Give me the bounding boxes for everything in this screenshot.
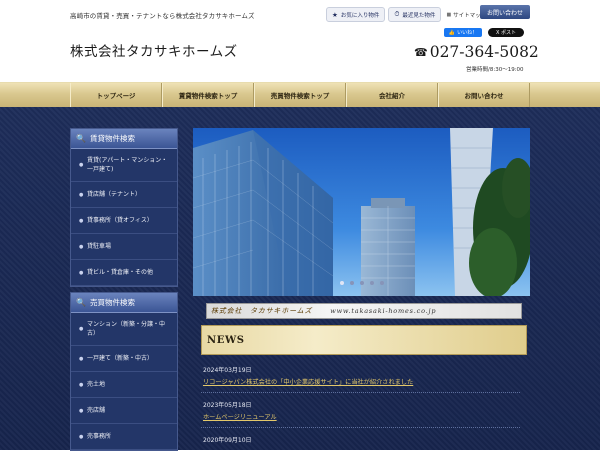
header-contact-button[interactable]: お問い合わせ: [480, 5, 530, 19]
news-date: 2024年03月19日: [203, 367, 252, 374]
sidebar-item-rental-office[interactable]: ● 貸事務所（貸オフィス）: [71, 208, 177, 234]
arrow-bullet-icon: ●: [79, 191, 84, 198]
sidebar-item-label: 賃貸(アパート・マンション・一戸建て): [87, 157, 168, 173]
sale-search-title: 売買物件検索: [89, 298, 135, 307]
facebook-like-button[interactable]: 👍 いいね！: [444, 28, 482, 37]
slide-dot[interactable]: [379, 281, 384, 285]
slide-indicators: [193, 281, 530, 285]
banner-url: www.takasaki-homes.co.jp: [330, 307, 437, 315]
phone-number[interactable]: ☎ 027-364-5082: [414, 43, 539, 61]
news-item: 2023年05月18日 ホームページリニューアル: [201, 397, 520, 428]
site-header: 高崎市の賃貸・売買・テナントなら株式会社タカサキホームズ ★ お気に入り物件 ⏱…: [0, 0, 600, 82]
arrow-bullet-icon: ●: [79, 243, 84, 250]
business-hours: 営業時間/8:30～19:00: [466, 67, 524, 73]
news-item: 2024年03月19日 リコージャパン株式会社の「中小企業応援サイト」に当社が紹…: [201, 362, 520, 393]
arrow-bullet-icon: ●: [79, 217, 84, 224]
sidebar-item-label: 売土地: [87, 381, 106, 388]
news-list: 2024年03月19日 リコージャパン株式会社の「中小企業応援サイト」に当社が紹…: [201, 362, 520, 457]
header-links: ★ お気に入り物件 ⏱ 最近見た物件 ■ サイトマップ: [326, 7, 486, 22]
nav-rental-search[interactable]: 賃貸物件検索トップ: [162, 83, 254, 107]
news-date: 2020年09月10日: [203, 437, 252, 444]
favorites-label: お気に入り物件: [340, 12, 380, 19]
x-post-button[interactable]: X ポスト: [488, 28, 524, 37]
nav-company[interactable]: 会社紹介: [346, 83, 438, 107]
search-icon: 🔍: [76, 134, 86, 143]
thumbs-up-icon: 👍: [448, 29, 456, 36]
star-icon: ★: [332, 10, 338, 19]
sidebar-item-label: 一戸建て（新築・中古）: [87, 355, 154, 362]
sidebar-item-rental-parking[interactable]: ● 貸駐車場: [71, 234, 177, 260]
news-heading: NEWS: [201, 325, 527, 355]
hero-buildings-image: [193, 128, 530, 296]
sidebar-item-label: 売店舗: [87, 407, 106, 414]
slide-dot[interactable]: [349, 281, 354, 285]
like-label: いいね！: [457, 30, 478, 36]
sidebar-item-sale-mansion[interactable]: ● マンション（新築・分譲・中古）: [71, 313, 177, 346]
phone-text: 027-364-5082: [429, 43, 539, 61]
company-logo-text[interactable]: 株式会社タカサキホームズ: [70, 40, 238, 60]
arrow-bullet-icon: ●: [79, 269, 84, 276]
news-link[interactable]: リコージャパン株式会社の「中小企業応援サイト」に当社が紹介されました: [203, 377, 518, 386]
company-banner[interactable]: 株式会社 タカサキホームズ www.takasaki-homes.co.jp: [206, 303, 522, 319]
sidebar-item-label: マンション（新築・分譲・中古）: [87, 321, 166, 337]
arrow-bullet-icon: ●: [79, 326, 84, 332]
sale-search-heading: 🔍 売買物件検索: [71, 293, 177, 313]
sidebar-item-sale-land[interactable]: ● 売土地: [71, 372, 177, 398]
phone-icon: ☎: [414, 45, 428, 59]
sidebar-item-rental-residential[interactable]: ● 賃貸(アパート・マンション・一戸建て): [71, 149, 177, 182]
sale-search-box: 🔍 売買物件検索 ● マンション（新築・分譲・中古） ● 一戸建て（新築・中古）…: [70, 292, 178, 451]
sidebar-item-sale-house[interactable]: ● 一戸建て（新築・中古）: [71, 346, 177, 372]
recent-button[interactable]: ⏱ 最近見た物件: [388, 7, 442, 22]
sidebar-item-label: 貸ビル・貸倉庫・その他: [87, 269, 154, 276]
rental-search-box: 🔍 賃貸物件検索 ● 賃貸(アパート・マンション・一戸建て) ● 貸店舗（テナン…: [70, 128, 178, 287]
favorites-button[interactable]: ★ お気に入り物件: [326, 7, 386, 22]
sidebar-item-rental-shop[interactable]: ● 貸店舗（テナント）: [71, 182, 177, 208]
rental-search-title: 賃貸物件検索: [89, 134, 135, 143]
slide-dot[interactable]: [339, 281, 344, 285]
search-icon: 🔍: [76, 298, 86, 307]
slide-dot[interactable]: [359, 281, 364, 285]
banner-company-name: 株式会社 タカサキホームズ: [211, 307, 313, 315]
sidebar: 🔍 賃貸物件検索 ● 賃貸(アパート・マンション・一戸建て) ● 貸店舗（テナン…: [70, 128, 178, 456]
main-content: 🔍 賃貸物件検索 ● 賃貸(アパート・マンション・一戸建て) ● 貸店舗（テナン…: [0, 107, 600, 451]
sidebar-item-sale-shop[interactable]: ● 売店舗: [71, 398, 177, 424]
slide-dot[interactable]: [369, 281, 374, 285]
square-bullet-icon: ■: [446, 11, 452, 18]
arrow-bullet-icon: ●: [79, 162, 84, 168]
arrow-bullet-icon: ●: [79, 355, 84, 362]
sidebar-item-label: 売事務所: [87, 433, 112, 440]
sidebar-item-label: 貸店舗（テナント）: [87, 191, 142, 198]
arrow-bullet-icon: ●: [79, 407, 84, 414]
sidebar-item-label: 貸事務所（貸オフィス）: [87, 217, 153, 224]
arrow-bullet-icon: ●: [79, 381, 84, 388]
news-date: 2023年05月18日: [203, 402, 252, 409]
nav-sale-search[interactable]: 売買物件検索トップ: [254, 83, 346, 107]
arrow-bullet-icon: ●: [79, 433, 84, 440]
social-buttons: 👍 いいね！ X ポスト: [444, 28, 524, 37]
hero-slideshow[interactable]: [193, 128, 530, 296]
sidebar-item-rental-building[interactable]: ● 貸ビル・貸倉庫・その他: [71, 260, 177, 286]
sidebar-item-sale-office[interactable]: ● 売事務所: [71, 424, 177, 450]
sidebar-item-label: 貸駐車場: [87, 243, 112, 250]
rental-search-heading: 🔍 賃貸物件検索: [71, 129, 177, 149]
news-link[interactable]: ホームページリニューアル: [203, 412, 518, 421]
nav-contact[interactable]: お問い合わせ: [438, 83, 530, 107]
recent-label: 最近見た物件: [402, 12, 436, 19]
clock-icon: ⏱: [394, 10, 400, 18]
site-tagline: 高崎市の賃貸・売買・テナントなら株式会社タカサキホームズ: [70, 12, 255, 20]
nav-top[interactable]: トップページ: [70, 83, 162, 107]
global-nav: トップページ 賃貸物件検索トップ 売買物件検索トップ 会社紹介 お問い合わせ: [0, 82, 600, 108]
